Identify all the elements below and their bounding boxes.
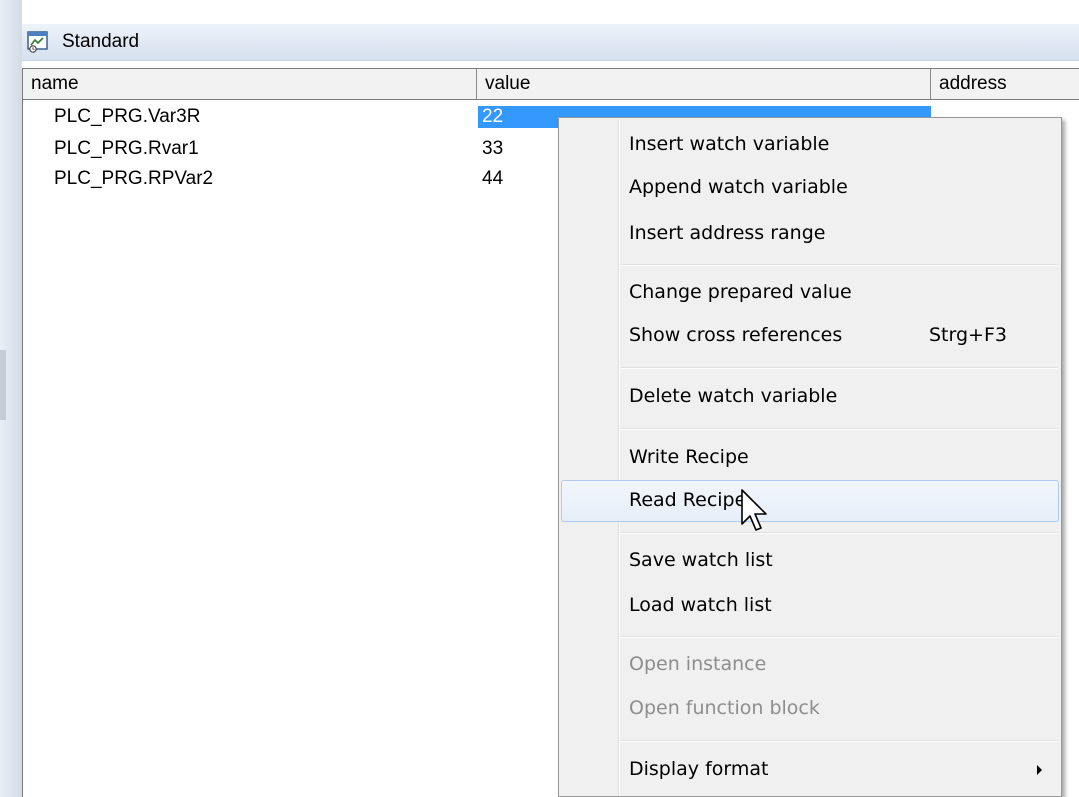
menu-item-label: Read Recipe: [629, 489, 747, 511]
menu-item-label: Insert address range: [629, 222, 826, 244]
menu-item-label: Show cross references: [629, 324, 843, 346]
menu-item-label: Load watch list: [629, 594, 772, 616]
left-edge-strip: [0, 0, 22, 797]
menu-item-insert-address-range[interactable]: Insert address range: [561, 213, 1059, 255]
grid-header: name value address: [23, 68, 1079, 100]
row-name: PLC_PRG.RPVar2: [54, 168, 214, 189]
context-menu: Insert watch variable Append watch varia…: [558, 117, 1062, 797]
menu-item-label: Open function block: [629, 697, 820, 719]
menu-separator: [621, 428, 1057, 430]
menu-item-delete-watch-variable[interactable]: Delete watch variable: [561, 376, 1059, 418]
menu-separator: [621, 264, 1057, 266]
column-header-value[interactable]: value: [477, 69, 931, 99]
row-name: PLC_PRG.Rvar1: [54, 138, 199, 159]
menu-item-label: Insert watch variable: [629, 133, 830, 155]
menu-item-shortcut: Strg+F3: [929, 324, 1007, 346]
menu-item-write-recipe[interactable]: Write Recipe: [561, 437, 1059, 479]
menu-item-insert-watch-variable[interactable]: Insert watch variable: [561, 124, 1059, 166]
panel-title: Standard: [62, 31, 140, 52]
watch-list-window: Standard name value address PLC_PRG.Var3…: [0, 0, 1079, 797]
watch-list-icon: [27, 31, 48, 53]
menu-item-open-instance[interactable]: Open instance: [561, 644, 1059, 686]
submenu-arrow-icon: [1037, 765, 1042, 775]
menu-item-display-format[interactable]: Display format: [561, 749, 1059, 791]
mouse-pointer-icon: [741, 489, 767, 531]
menu-item-change-prepared-value[interactable]: Change prepared value: [561, 272, 1059, 314]
menu-item-label: Open instance: [629, 653, 767, 675]
column-header-address[interactable]: address: [931, 69, 1079, 99]
left-edge-band: [0, 350, 6, 420]
menu-item-read-recipe[interactable]: Read Recipe: [561, 480, 1059, 522]
menu-separator: [621, 532, 1057, 534]
menu-item-label: Delete watch variable: [629, 385, 838, 407]
menu-separator: [621, 740, 1057, 742]
menu-item-append-watch-variable[interactable]: Append watch variable: [561, 167, 1059, 209]
menu-item-label: Change prepared value: [629, 281, 852, 303]
menu-item-label: Append watch variable: [629, 176, 848, 198]
menu-item-label: Display format: [629, 758, 769, 780]
row-name: PLC_PRG.Var3R: [54, 106, 201, 127]
menu-item-open-function-block[interactable]: Open function block: [561, 688, 1059, 730]
menu-separator: [621, 367, 1057, 369]
menu-separator: [621, 636, 1057, 638]
menu-item-load-watch-list[interactable]: Load watch list: [561, 585, 1059, 627]
panel-title-bar: Standard: [22, 24, 1079, 61]
menu-item-label: Write Recipe: [629, 446, 749, 468]
menu-item-label: Save watch list: [629, 549, 773, 571]
column-header-name[interactable]: name: [23, 69, 477, 99]
menu-item-save-watch-list[interactable]: Save watch list: [561, 540, 1059, 582]
menu-item-show-cross-references[interactable]: Show cross references Strg+F3: [561, 315, 1059, 357]
